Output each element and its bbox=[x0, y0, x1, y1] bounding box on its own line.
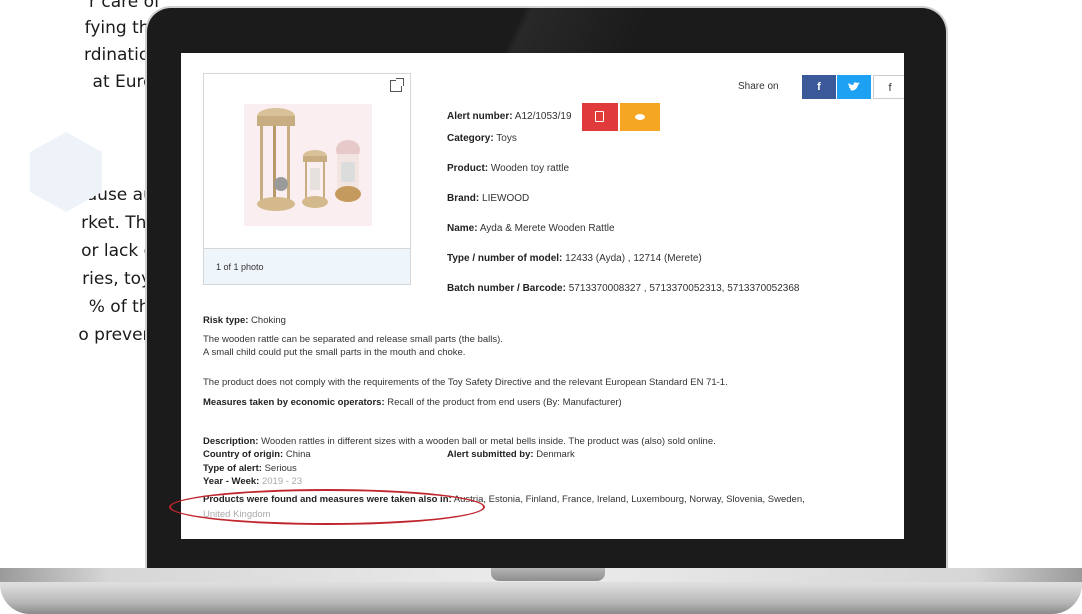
product-label: Product: bbox=[447, 163, 489, 174]
product-photo-panel: 1 of 1 photo bbox=[203, 73, 411, 285]
description-value: Wooden rattles in different sizes with a… bbox=[261, 436, 716, 447]
brand-value: LIEWOOD bbox=[482, 193, 530, 204]
model-label: Type / number of model: bbox=[447, 253, 563, 264]
expand-icon[interactable] bbox=[390, 78, 404, 92]
brand-field: Brand: LIEWOOD bbox=[447, 193, 529, 204]
found-in-value: Austria, Estonia, Finland, France, Irela… bbox=[453, 494, 805, 505]
measures-value: Recall of the product from end users (By… bbox=[387, 397, 622, 408]
risk-type-label: Risk type: bbox=[203, 315, 249, 326]
name-field: Name: Ayda & Merete Wooden Rattle bbox=[447, 223, 615, 234]
eye-icon bbox=[635, 114, 645, 120]
product-field: Product: Wooden toy rattle bbox=[447, 163, 569, 174]
brand-label: Brand: bbox=[447, 193, 480, 204]
alert-number-value: A12/1053/19 bbox=[514, 111, 572, 122]
country-field: Country of origin: China bbox=[203, 449, 311, 460]
share-label: Share on bbox=[738, 81, 779, 92]
risk-type-value: Choking bbox=[251, 315, 286, 326]
alert-number-label: Alert number: bbox=[447, 111, 513, 122]
name-value: Ayda & Merete Wooden Rattle bbox=[479, 223, 615, 234]
product-photo[interactable] bbox=[244, 104, 372, 226]
barcode-label: Batch number / Barcode: bbox=[447, 283, 566, 294]
country-label: Country of origin: bbox=[203, 449, 284, 460]
risk-description-line: A small child could put the small parts … bbox=[203, 347, 466, 358]
risk-type-field: Risk type: Choking bbox=[203, 315, 286, 326]
year-week-value: 2019 - 23 bbox=[261, 476, 303, 487]
rattle-illustration bbox=[257, 108, 361, 211]
facebook-share-button[interactable]: f bbox=[802, 75, 836, 99]
twitter-bird-icon bbox=[848, 82, 860, 91]
submitted-field: Alert submitted by: Denmark bbox=[447, 449, 575, 460]
measures-field: Measures taken by economic operators: Re… bbox=[203, 397, 622, 408]
pdf-button[interactable] bbox=[582, 103, 618, 131]
view-button[interactable] bbox=[620, 103, 660, 131]
country-value: China bbox=[285, 449, 311, 460]
photo-caption: 1 of 1 photo bbox=[204, 248, 410, 284]
alert-type-value: Serious bbox=[264, 463, 297, 474]
submitted-value: Denmark bbox=[536, 449, 575, 460]
compliance-text: The product does not comply with the req… bbox=[203, 377, 728, 388]
laptop-notch bbox=[491, 568, 605, 581]
category-field: Category: Toys bbox=[447, 133, 517, 144]
pdf-icon bbox=[595, 111, 604, 122]
name-label: Name: bbox=[447, 223, 478, 234]
description-label: Description: bbox=[203, 436, 259, 447]
barcode-value: 5713370008327 , 5713370052313, 571337005… bbox=[568, 283, 800, 294]
more-share-button[interactable]: f bbox=[873, 75, 904, 99]
model-value: 12433 (Ayda) , 12714 (Merete) bbox=[565, 253, 702, 264]
model-field: Type / number of model: 12433 (Ayda) , 1… bbox=[447, 253, 702, 264]
laptop-screen: 1 of 1 photo Share on f f Alert number: … bbox=[181, 53, 904, 539]
submitted-label: Alert submitted by: bbox=[447, 449, 534, 460]
measures-label: Measures taken by economic operators: bbox=[203, 397, 385, 408]
risk-description-line: The wooden rattle can be separated and r… bbox=[203, 334, 503, 345]
bg-line: r care of bbox=[88, 0, 160, 12]
description-field: Description: Wooden rattles in different… bbox=[203, 436, 716, 447]
highlight-circle bbox=[169, 489, 485, 525]
year-week-field: Year - Week: 2019 - 23 bbox=[203, 476, 302, 487]
twitter-share-button[interactable] bbox=[837, 75, 871, 99]
category-value: Toys bbox=[496, 133, 517, 144]
alert-number-field: Alert number: A12/1053/19 bbox=[447, 111, 572, 122]
barcode-field: Batch number / Barcode: 5713370008327 , … bbox=[447, 283, 800, 294]
category-label: Category: bbox=[447, 133, 494, 144]
year-week-label: Year - Week: bbox=[203, 476, 260, 487]
alert-type-field: Type of alert: Serious bbox=[203, 463, 297, 474]
product-value: Wooden toy rattle bbox=[490, 163, 570, 174]
alert-type-label: Type of alert: bbox=[203, 463, 262, 474]
